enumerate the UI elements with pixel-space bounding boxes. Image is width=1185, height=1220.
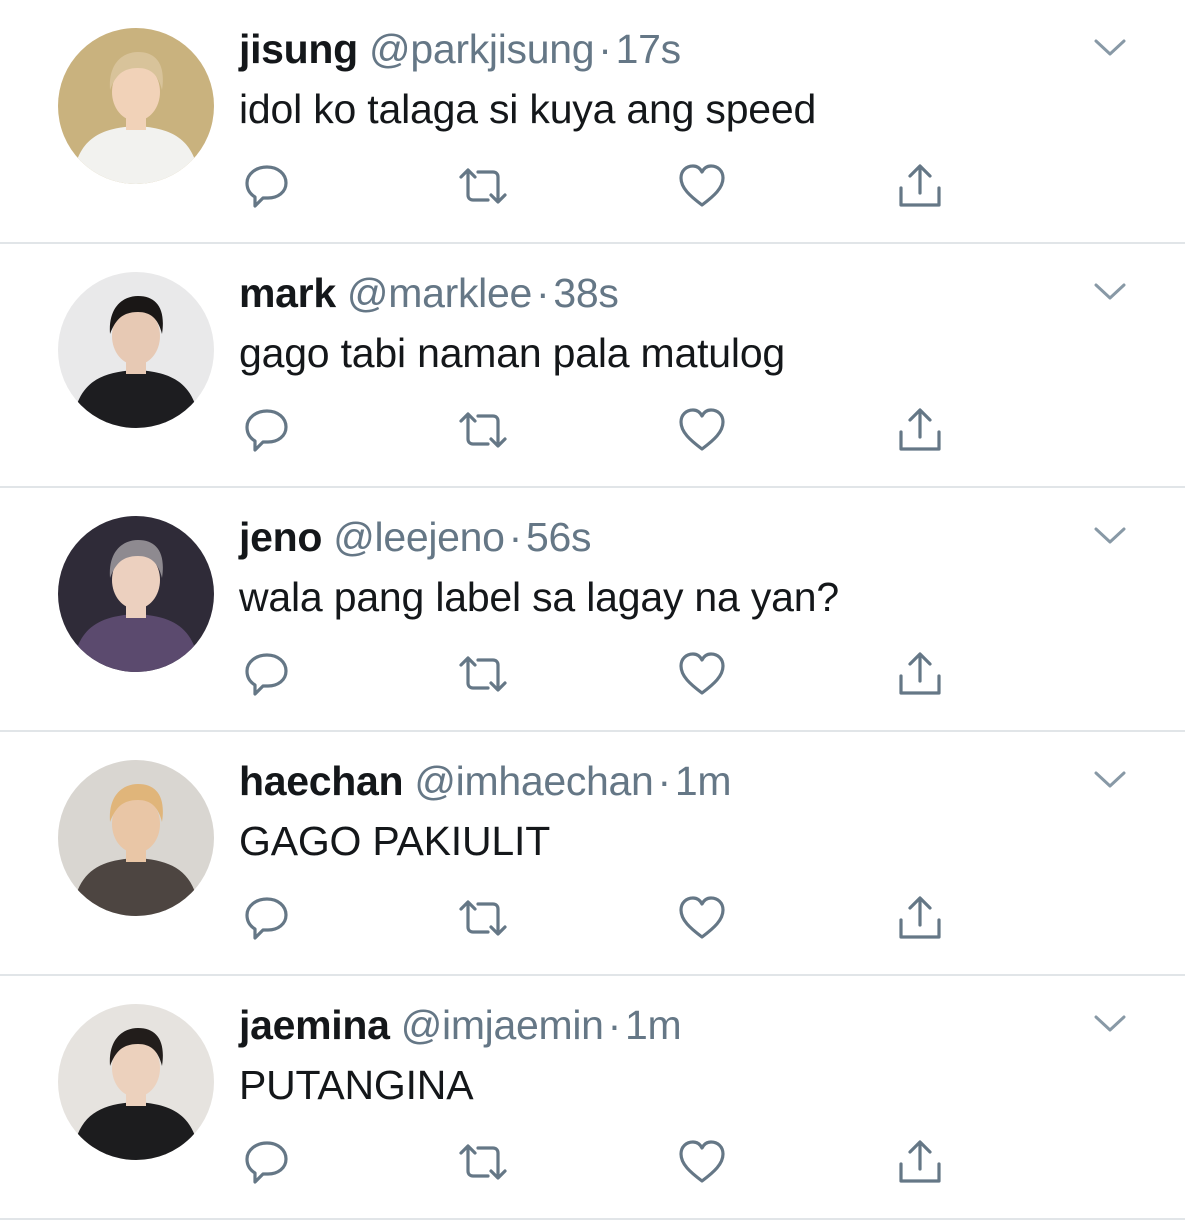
separator-dot: · [535, 270, 550, 316]
tweet-3[interactable]: jeno @leejeno·56s wala pang label sa lag… [0, 488, 1185, 732]
tweet-text: wala pang label sa lagay na yan? [239, 574, 839, 620]
more-options-button[interactable] [1090, 760, 1130, 800]
timestamp[interactable]: 1m [625, 1002, 682, 1048]
timestamp[interactable]: 17s [616, 26, 682, 72]
retweet-icon [459, 900, 507, 936]
tweet-text: PUTANGINA [239, 1062, 474, 1108]
user-handle[interactable]: @imjaemin [401, 1002, 604, 1048]
user-handle[interactable]: @parkjisung [369, 26, 595, 72]
avatar-photo [58, 1004, 214, 1160]
share-button[interactable] [894, 892, 946, 944]
share-button[interactable] [894, 160, 946, 212]
separator-dot: · [607, 1002, 622, 1048]
separator-dot: · [657, 758, 672, 804]
reply-icon [245, 897, 288, 940]
avatar[interactable] [58, 272, 214, 428]
retweet-icon [459, 656, 507, 692]
avatar[interactable] [58, 760, 214, 916]
avatar[interactable] [58, 516, 214, 672]
like-button[interactable] [676, 892, 728, 944]
share-button[interactable] [894, 404, 946, 456]
reply-button[interactable] [241, 648, 293, 700]
avatar[interactable] [58, 28, 214, 184]
chevron-down-icon [1094, 1015, 1126, 1032]
heart-icon [679, 652, 725, 695]
like-button[interactable] [676, 648, 728, 700]
reply-icon [245, 165, 288, 208]
retweet-icon [459, 168, 507, 204]
share-icon [899, 408, 941, 451]
display-name[interactable]: jaemina [239, 1002, 390, 1048]
share-icon [899, 652, 941, 695]
reply-button[interactable] [241, 1136, 293, 1188]
reply-icon [245, 653, 288, 696]
tweet-1[interactable]: jisung @parkjisung·17s idol ko talaga si… [0, 0, 1185, 244]
tweet-header: jisung @parkjisung·17s [239, 24, 681, 74]
like-button[interactable] [676, 1136, 728, 1188]
retweet-button[interactable] [457, 160, 509, 212]
share-button[interactable] [894, 648, 946, 700]
share-icon [899, 1140, 941, 1183]
tweet-header: jaemina @imjaemin·1m [239, 1000, 682, 1050]
like-button[interactable] [676, 404, 728, 456]
tweet-5[interactable]: jaemina @imjaemin·1m PUTANGINA [0, 976, 1185, 1220]
avatar-photo [58, 760, 214, 916]
retweet-icon [459, 1144, 507, 1180]
share-icon [899, 164, 941, 207]
separator-dot: · [508, 514, 523, 560]
heart-icon [679, 896, 725, 939]
chevron-down-icon [1094, 39, 1126, 56]
chevron-down-icon [1094, 283, 1126, 300]
display-name[interactable]: jisung [239, 26, 358, 72]
reply-button[interactable] [241, 892, 293, 944]
avatar-photo [58, 272, 214, 428]
share-button[interactable] [894, 1136, 946, 1188]
avatar-photo [58, 516, 214, 672]
user-handle[interactable]: @marklee [347, 270, 532, 316]
reply-button[interactable] [241, 160, 293, 212]
retweet-icon [459, 412, 507, 448]
tweet-2[interactable]: mark @marklee·38s gago tabi naman pala m… [0, 244, 1185, 488]
tweet-header: haechan @imhaechan·1m [239, 756, 732, 806]
retweet-button[interactable] [457, 892, 509, 944]
retweet-button[interactable] [457, 404, 509, 456]
chevron-down-icon [1094, 771, 1126, 788]
tweet-header: jeno @leejeno·56s [239, 512, 592, 562]
tweet-timeline: jisung @parkjisung·17s idol ko talaga si… [0, 0, 1185, 1220]
more-options-button[interactable] [1090, 28, 1130, 68]
reply-button[interactable] [241, 404, 293, 456]
tweet-text: gago tabi naman pala matulog [239, 330, 786, 376]
timestamp[interactable]: 1m [675, 758, 732, 804]
separator-dot: · [598, 26, 612, 72]
avatar[interactable] [58, 1004, 214, 1160]
tweet-text: GAGO PAKIULIT [239, 818, 551, 864]
tweet-4[interactable]: haechan @imhaechan·1m GAGO PAKIULIT [0, 732, 1185, 976]
heart-icon [679, 1140, 725, 1183]
more-options-button[interactable] [1090, 1004, 1130, 1044]
timestamp[interactable]: 56s [526, 514, 592, 560]
reply-icon [245, 409, 288, 452]
more-options-button[interactable] [1090, 516, 1130, 556]
display-name[interactable]: mark [239, 270, 336, 316]
tweet-header: mark @marklee·38s [239, 268, 619, 318]
retweet-button[interactable] [457, 648, 509, 700]
user-handle[interactable]: @imhaechan [414, 758, 654, 804]
more-options-button[interactable] [1090, 272, 1130, 312]
share-icon [899, 896, 941, 939]
tweet-text: idol ko talaga si kuya ang speed [239, 86, 817, 132]
avatar-photo [58, 28, 214, 184]
timestamp[interactable]: 38s [553, 270, 619, 316]
user-handle[interactable]: @leejeno [333, 514, 505, 560]
display-name[interactable]: haechan [239, 758, 404, 804]
retweet-button[interactable] [457, 1136, 509, 1188]
reply-icon [245, 1141, 288, 1184]
chevron-down-icon [1094, 527, 1126, 544]
heart-icon [679, 408, 725, 451]
like-button[interactable] [676, 160, 728, 212]
display-name[interactable]: jeno [239, 514, 322, 560]
heart-icon [679, 164, 725, 207]
